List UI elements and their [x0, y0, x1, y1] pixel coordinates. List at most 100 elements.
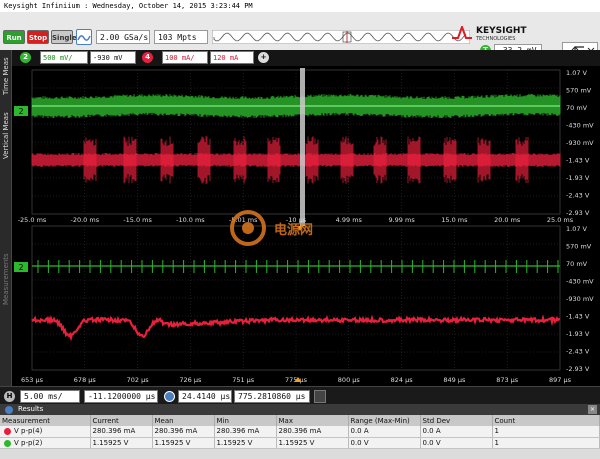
measurement-name: V p-p(4)	[14, 427, 43, 436]
channel-2-marker-label: 2	[18, 107, 23, 116]
channel-4-burst	[123, 136, 137, 184]
lower-y-tick-label: -930 mV	[566, 295, 594, 303]
lower-x-tick-label: 800 µs	[338, 376, 361, 384]
time-position-field[interactable]: -11.1200000 µs	[84, 390, 158, 403]
zoom-window-marker[interactable]	[300, 68, 305, 226]
upper-x-tick-label: -20.0 ms	[70, 216, 99, 224]
current-cell: 1.15925 V	[90, 437, 153, 449]
keysight-wave-icon	[452, 26, 472, 39]
results-panel: Results × Measurement Current Mean Min M…	[0, 404, 600, 459]
lower-x-tick-label: 702 µs	[127, 376, 150, 384]
waveform-graticule[interactable]: 1.07 V 570 mV 70 mV -430 mV -930 mV -1.43 V -1…	[12, 66, 600, 386]
brand-subtitle: TECHNOLOGIES	[476, 36, 516, 42]
position-knob-icon[interactable]	[314, 390, 326, 403]
upper-x-tick-label: 20.0 ms	[494, 216, 521, 224]
channel-2-offset[interactable]: -930 mV	[90, 51, 136, 64]
channel-2-badge[interactable]: 2	[20, 52, 31, 63]
channel-row: 2 500 mV/ -930 mV 4 100 mA/ 120 mA +	[12, 50, 600, 66]
col-std-dev[interactable]: Std Dev	[420, 415, 493, 426]
run-button[interactable]: Run	[3, 30, 25, 44]
results-title: Results	[18, 405, 44, 413]
single-button[interactable]: Single	[51, 30, 77, 44]
lower-y-tick-label: -430 mV	[566, 278, 594, 286]
col-mean[interactable]: Mean	[152, 415, 215, 426]
channel-2-zoom-ground-marker[interactable]: 2	[14, 262, 28, 272]
table-row[interactable]: V p-p(2) 1.15925 V 1.15925 V 1.15925 V 1…	[0, 437, 600, 449]
upper-y-tick-label: -2.43 V	[566, 192, 590, 200]
upper-y-tick-label: 570 mV	[566, 87, 592, 95]
lower-y-tick-label: -1.93 V	[566, 330, 590, 338]
side-tabs: Time Meas Vertical Meas Measurements	[0, 50, 12, 390]
results-header-row: Measurement Current Mean Min Max Range (…	[0, 415, 600, 426]
results-table: Measurement Current Mean Min Max Range (…	[0, 415, 600, 449]
col-measurement[interactable]: Measurement	[0, 415, 91, 426]
add-channel-button[interactable]: +	[258, 52, 269, 63]
zoom-icon[interactable]	[164, 391, 175, 402]
brand-name: KEYSIGHT	[476, 26, 527, 36]
channel-4-badge[interactable]: 4	[142, 52, 153, 63]
upper-y-labels: 1.07 V 570 mV 70 mV -430 mV -930 mV -1.43 V -1…	[566, 69, 594, 217]
max-cell: 280.396 mA	[276, 426, 349, 438]
timebase-bar: H 5.00 ms/ -11.1200000 µs 24.4140 µs/ 77…	[0, 386, 600, 404]
channel-4-scale[interactable]: 100 mA/	[162, 51, 208, 64]
lower-x-tick-label: 751 µs	[232, 376, 255, 384]
top-control-bar: Run Stop Single 2.00 GSa/s 103 Mpts KEYS…	[0, 12, 600, 58]
upper-x-tick-label: 25.0 ms	[547, 216, 574, 224]
min-cell: 1.15925 V	[214, 437, 277, 449]
upper-x-tick-label: -25.0 ms	[18, 216, 47, 224]
lower-x-tick-label: 726 µs	[179, 376, 202, 384]
col-current[interactable]: Current	[90, 415, 153, 426]
max-cell: 1.15925 V	[276, 437, 349, 449]
lower-x-tick-label: 678 µs	[74, 376, 97, 384]
watermark-text: 电源网	[274, 222, 313, 238]
channel-4-offset[interactable]: 120 mA	[210, 51, 254, 64]
upper-x-tick-label: -15.0 ms	[123, 216, 152, 224]
waveform-icon	[77, 35, 91, 41]
sample-rate-field[interactable]: 2.00 GSa/s	[96, 30, 150, 44]
scope-display[interactable]: 1.07 V 570 mV 70 mV -430 mV -930 mV -1.43 V -1…	[12, 66, 600, 386]
upper-y-tick-label: -930 mV	[566, 139, 594, 147]
results-title-bar: Results ×	[0, 404, 600, 415]
lower-y-tick-label: 1.07 V	[566, 225, 588, 233]
tab-measurements[interactable]: Measurements	[0, 240, 12, 318]
col-min[interactable]: Min	[214, 415, 277, 426]
channel-2-zoom-marker-label: 2	[18, 263, 23, 272]
channel-2-ground-marker[interactable]: 2	[14, 106, 28, 116]
col-max[interactable]: Max	[276, 415, 349, 426]
oscilloscope-app: Keysight Infiniium : Wednesday, October …	[0, 0, 600, 459]
window-title: Keysight Infiniium : Wednesday, October …	[0, 0, 600, 12]
upper-y-tick-label: 1.07 V	[566, 69, 588, 77]
memory-bar-overview[interactable]	[212, 30, 470, 44]
upper-x-tick-label: 15.0 ms	[441, 216, 468, 224]
lower-x-tick-label: 849 µs	[443, 376, 466, 384]
lower-x-tick-label: 653 µs	[21, 376, 44, 384]
lower-y-tick-label: 570 mV	[566, 243, 592, 251]
tab-time-meas[interactable]: Time Meas	[0, 52, 12, 100]
count-cell: 1	[492, 437, 600, 449]
time-scale-field[interactable]: 5.00 ms/	[20, 390, 80, 403]
zoom-position-field[interactable]: 775.2810860 µs	[234, 390, 310, 403]
channel-4-burst	[267, 136, 281, 184]
std-dev-cell: 0.0 A	[420, 426, 493, 438]
memory-depth-field[interactable]: 103 Mpts	[154, 30, 208, 44]
upper-y-tick-label: -430 mV	[566, 122, 594, 130]
zoom-scale-field[interactable]: 24.4140 µs/	[178, 390, 232, 403]
col-range[interactable]: Range (Max-Min)	[348, 415, 421, 426]
measurement-name-cell: V p-p(2)	[0, 437, 91, 449]
lower-y-tick-label: -2.93 V	[566, 365, 590, 373]
min-cell: 280.396 mA	[214, 426, 277, 438]
table-row[interactable]: V p-p(4) 280.396 mA 280.396 mA 280.396 m…	[0, 426, 600, 438]
results-close-icon[interactable]: ×	[588, 405, 597, 414]
channel-2-scale[interactable]: 500 mV/	[40, 51, 88, 64]
auto-scale-button[interactable]	[76, 29, 92, 45]
lower-y-tick-label: 70 mV	[566, 260, 588, 268]
col-count[interactable]: Count	[492, 415, 600, 426]
stop-button[interactable]: Stop	[27, 30, 49, 44]
lower-x-tick-label: 824 µs	[391, 376, 414, 384]
lower-y-tick-label: -1.43 V	[566, 313, 590, 321]
horizontal-badge[interactable]: H	[4, 391, 15, 402]
channel-2-dot-icon	[4, 439, 11, 447]
tab-vertical-meas[interactable]: Vertical Meas	[0, 104, 12, 168]
count-cell: 1	[492, 426, 600, 438]
mean-cell: 280.396 mA	[152, 426, 215, 438]
